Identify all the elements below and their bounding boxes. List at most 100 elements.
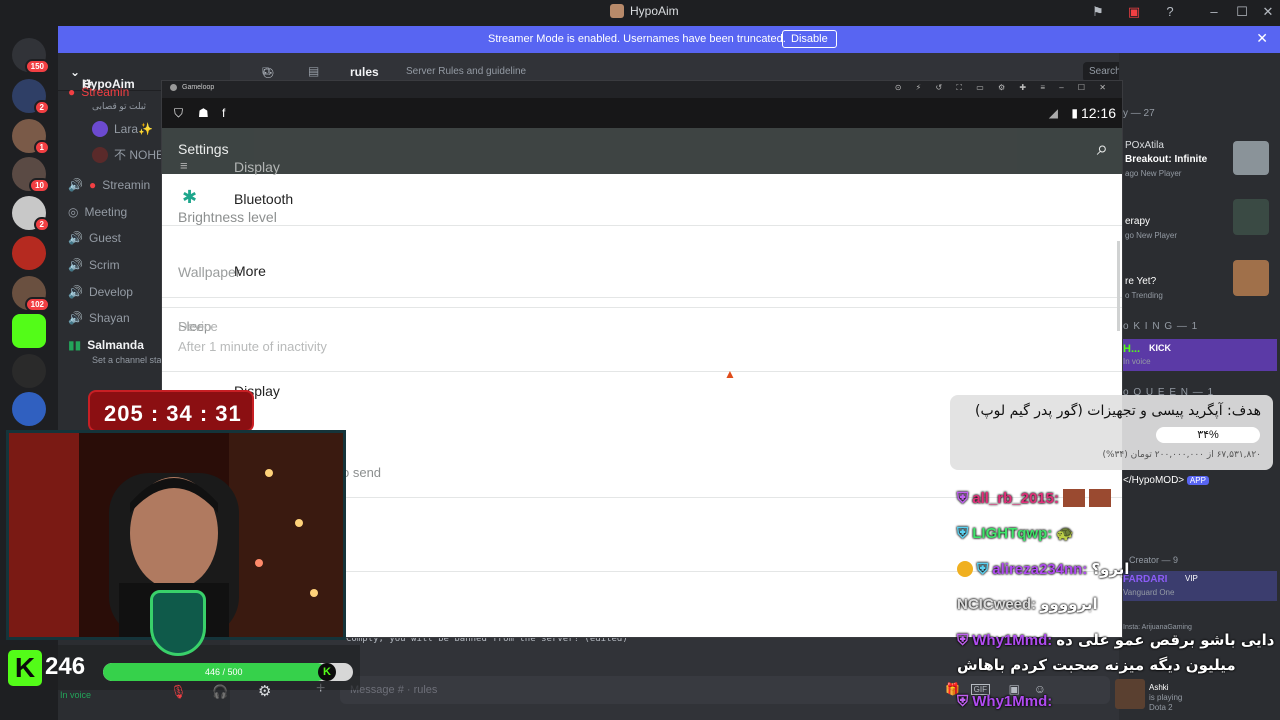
channel-label: Salmanda (87, 338, 144, 352)
rules-channel-icon: ▤ (308, 64, 320, 78)
channel-label: Shayan (88, 311, 130, 325)
channel-item-active[interactable]: ▮▮ Salmanda (68, 338, 144, 352)
deafen-icon[interactable]: 🎧 (212, 684, 228, 700)
role-header: Creator — 9 (1129, 555, 1179, 565)
android-clock: 12:16 (1080, 105, 1116, 121)
server-icon[interactable]: 102 (12, 276, 50, 312)
activity-card[interactable]: re Yet? o Trending (1125, 275, 1163, 303)
voice-user[interactable]: 不 NOHE (92, 146, 164, 163)
chat-line: ⛨ alireza234nn: ابرو؟ (957, 560, 1129, 578)
activity-user: re Yet? (1125, 276, 1157, 287)
member-name: Ashki (1149, 683, 1169, 692)
close-window-icon[interactable]: ✕ (1260, 4, 1276, 20)
team-shield-logo (150, 590, 206, 656)
progress-text: 446 / 500 (205, 667, 243, 677)
settings-item-bluetooth[interactable]: Bluetooth (234, 191, 293, 207)
channel-item[interactable]: 🔊 Scrim (68, 258, 120, 272)
divider (162, 297, 1122, 298)
streamer-mode-message: Streamer Mode is enabled. Usernames have… (488, 33, 786, 45)
server-icon[interactable]: 1 (12, 119, 50, 155)
chat-username: LIGHTqwp: (972, 525, 1053, 542)
server-icon[interactable]: 10 (12, 157, 50, 193)
voice-user[interactable]: Lara✨ (92, 121, 153, 137)
hamburger-menu-icon[interactable]: ≡ (180, 158, 188, 173)
hypomod-entry[interactable]: </HypoMOD> APP (1123, 475, 1209, 486)
disable-streamer-button[interactable]: Disable (782, 30, 837, 48)
chat-message: میلیون دیگه میزنه صحبت کردم باهاش (957, 656, 1236, 674)
settings-item-ghost: Wallpaper (178, 264, 241, 280)
activity-sub: ago New Player (1125, 169, 1182, 178)
set-status-label: Set a channel sta (92, 355, 162, 365)
server-name: ⚙ HypoAim ⌄ (70, 65, 135, 91)
donation-goal: هدف: آپگرید پیسی و تجهیزات (گور پدر گیم … (950, 395, 1273, 470)
activity-card[interactable]: erapy go New Player (1125, 215, 1177, 243)
channel-name: rules (350, 65, 379, 79)
close-banner-icon[interactable]: ✕ (1256, 30, 1268, 47)
channel-item[interactable]: ● Streamin (68, 85, 129, 99)
hypomod-name: </HypoMOD> (1123, 475, 1185, 486)
help-icon[interactable]: ? (1162, 4, 1178, 20)
activity-sub: go New Player (1125, 231, 1178, 240)
minimize-icon[interactable]: – (1206, 4, 1222, 20)
speaker-icon: 🔊 (68, 311, 83, 325)
avatar (92, 146, 108, 163)
mute-icon[interactable]: 🎙 (170, 684, 187, 700)
server-icon[interactable] (12, 236, 46, 270)
activity-game: Breakout: Infinite (1125, 154, 1208, 165)
channel-item[interactable]: 🔊 Develop (68, 285, 133, 299)
channel-label: Meeting (84, 205, 128, 219)
settings-item-ghost: Brightness level (178, 209, 277, 225)
server-icon[interactable]: 2 (12, 79, 50, 115)
settings-item-more[interactable]: More (234, 263, 266, 279)
chat-message: دایی باشو برقص عمو علی ده (1056, 631, 1275, 649)
member-row-live[interactable]: H... KICK In voice (1119, 339, 1277, 371)
scrollbar[interactable] (1117, 241, 1120, 331)
sub-badge-icon: ⛨ (957, 489, 969, 507)
sub-badge-icon: ⛨ (957, 693, 969, 710)
chat-username: alireza234nn: (992, 560, 1088, 578)
unread-badge: 150 (24, 59, 50, 74)
server-icon[interactable] (12, 354, 46, 388)
maximize-icon[interactable]: ☐ (1234, 4, 1250, 20)
gameloop-brand: Gameloop (182, 84, 215, 91)
direct-messages-icon[interactable]: 150 (12, 38, 50, 74)
window-titlebar: HypoAim ⚑ ▣ ? – ☐ ✕ (0, 0, 1280, 24)
speaker-icon: 🔊 (68, 178, 83, 192)
window-title: HypoAim (630, 4, 679, 18)
kick-server-icon[interactable] (12, 314, 46, 348)
channel-item[interactable]: ◎ Meeting (68, 205, 127, 219)
gameloop-window-controls[interactable]: ⊙ ⚡ ↺ ⛶ ▭ ⚙ ✚ ≡ – ☐ ✕ (895, 83, 1112, 93)
divider (162, 225, 1122, 226)
server-icon[interactable]: 2 (12, 196, 50, 232)
channel-item[interactable]: 🔊 ● Streamin (68, 178, 150, 192)
games-icon: ☗ (198, 106, 209, 120)
user-settings-icon[interactable]: ⚙ (258, 682, 271, 700)
server-icon[interactable] (12, 392, 46, 426)
role-header: o K I N G — 1 (1123, 321, 1199, 332)
member-row-vip[interactable]: FARDARI VIP Vanguard One (1119, 571, 1277, 601)
channel-topic: Server Rules and guideline (406, 66, 527, 77)
inbox-icon[interactable]: ▣ (1126, 4, 1142, 20)
member-status: is playing (1149, 693, 1183, 702)
channel-label: Develop (88, 285, 133, 299)
goal-amount: ۶۷,۵۳۱,۸۲۰ از ۲۰۰,۰۰۰,۰۰۰ تومان (۳۴%) (1102, 450, 1261, 460)
facebook-icon: f (222, 106, 226, 120)
in-voice-label: In voice (1123, 357, 1151, 366)
tree-light (255, 559, 263, 567)
search-icon[interactable]: ⌕ (1097, 138, 1108, 161)
goal-title: هدف: آپگرید پیسی و تجهیزات (گور پدر گیم … (975, 403, 1261, 419)
divider (162, 307, 1122, 308)
chat-line: میلیون دیگه میزنه صحبت کردم باهاش (957, 656, 1236, 674)
flag-icon[interactable]: ⚑ (1090, 4, 1106, 20)
activity-card[interactable]: POxAtila Breakout: Infinite ago New Play… (1125, 139, 1235, 181)
channel-label: Streamin (102, 178, 151, 192)
channel-label: Guest (88, 231, 121, 245)
channel-item[interactable]: 🔊 Shayan (68, 311, 130, 325)
channel-item[interactable]: 🔊 Guest (68, 231, 121, 245)
channel-status[interactable]: Set a channel sta (92, 355, 162, 365)
member-name: H... (1123, 343, 1141, 355)
unread-badge: 10 (29, 178, 50, 193)
sub-badge-icon: ⛨ (957, 525, 969, 542)
member-row[interactable]: Ashki is playing Dota 2 (1149, 683, 1182, 713)
chat-username: Why1Mmd: (972, 693, 1053, 710)
